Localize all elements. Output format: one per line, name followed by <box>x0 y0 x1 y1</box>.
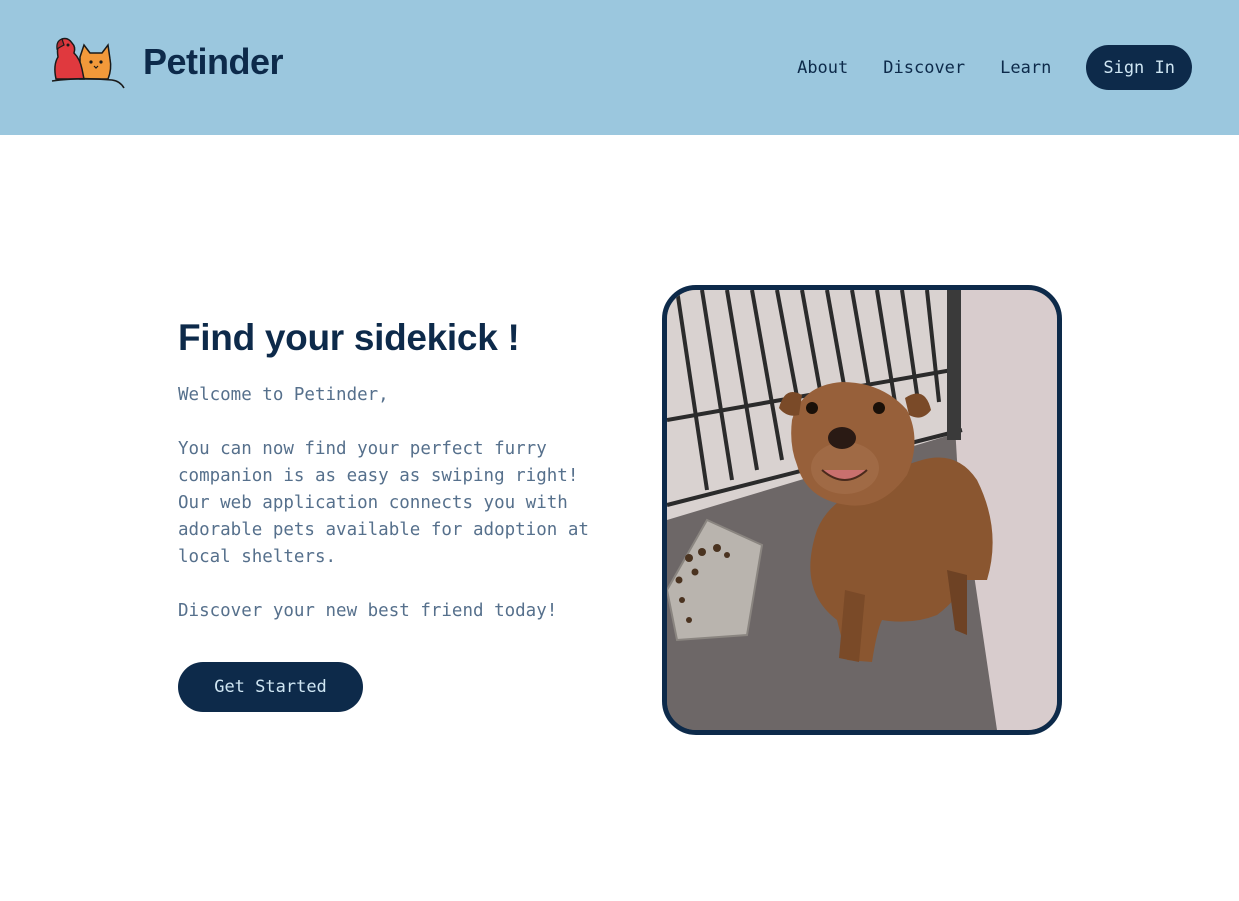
hero-text: Find your sidekick ! Welcome to Petinder… <box>178 316 618 625</box>
get-started-button[interactable]: Get Started <box>178 662 363 712</box>
pet-photo <box>662 285 1062 735</box>
nav-learn-link[interactable]: Learn <box>1000 58 1051 78</box>
nav-discover-link[interactable]: Discover <box>883 58 965 78</box>
site-header: Petinder About Discover Learn Sign In <box>0 0 1239 135</box>
main-nav: About Discover Learn Sign In <box>797 45 1192 90</box>
nav-about-link[interactable]: About <box>797 58 848 78</box>
sign-in-button[interactable]: Sign In <box>1086 45 1192 90</box>
brand-name: Petinder <box>143 41 284 82</box>
dog-in-kennel-image <box>667 290 1057 730</box>
brand-logo[interactable]: Petinder <box>50 35 284 89</box>
hero-title: Find your sidekick ! <box>178 317 520 358</box>
dog-and-cat-logo-icon <box>51 37 125 89</box>
hero-description: Welcome to Petinder, You can now find yo… <box>178 385 589 621</box>
